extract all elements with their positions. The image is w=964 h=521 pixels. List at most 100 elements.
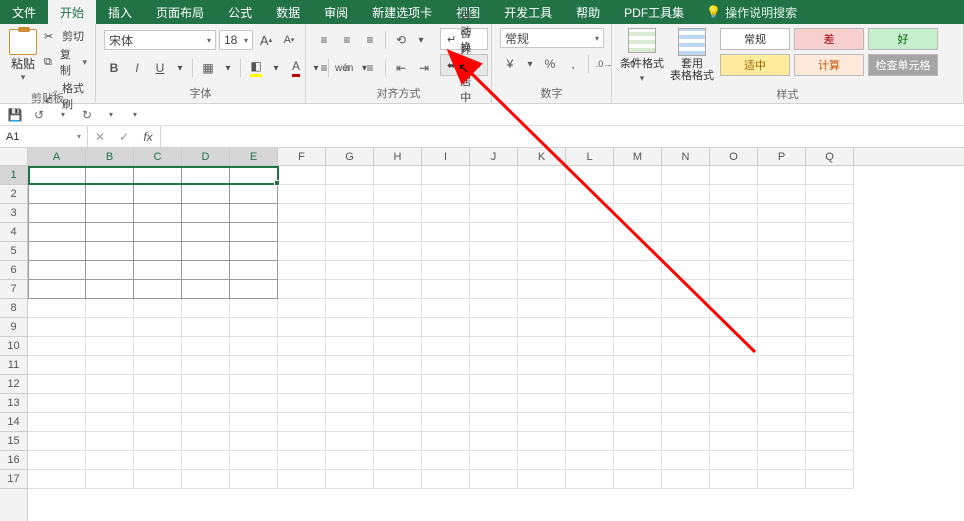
cell[interactable]: [806, 375, 854, 394]
cell[interactable]: [230, 223, 278, 242]
column-header[interactable]: A: [28, 148, 86, 165]
cell[interactable]: [230, 394, 278, 413]
cell[interactable]: [806, 413, 854, 432]
cell[interactable]: [182, 356, 230, 375]
cell[interactable]: [662, 337, 710, 356]
cell[interactable]: [134, 185, 182, 204]
cell[interactable]: [662, 261, 710, 280]
cell[interactable]: [662, 375, 710, 394]
cell[interactable]: [710, 451, 758, 470]
row-header[interactable]: 8: [0, 299, 27, 318]
cell[interactable]: [422, 280, 470, 299]
cell[interactable]: [470, 166, 518, 185]
cell[interactable]: [614, 223, 662, 242]
cell[interactable]: [518, 318, 566, 337]
underline-button[interactable]: U: [150, 58, 170, 78]
cell[interactable]: [278, 261, 326, 280]
cell[interactable]: [182, 223, 230, 242]
cell[interactable]: [230, 204, 278, 223]
cell[interactable]: [86, 242, 134, 261]
cell[interactable]: [662, 299, 710, 318]
tab-review[interactable]: 审阅: [312, 0, 360, 24]
cell[interactable]: [230, 451, 278, 470]
cell[interactable]: [86, 223, 134, 242]
cell[interactable]: [326, 280, 374, 299]
tab-newtab[interactable]: 新建选项卡: [360, 0, 444, 24]
fill-color-button[interactable]: ◧: [246, 58, 266, 78]
cell[interactable]: [518, 299, 566, 318]
redo-button[interactable]: ↻: [78, 106, 96, 124]
column-header[interactable]: B: [86, 148, 134, 165]
number-format-combo[interactable]: 常规 ▾: [500, 28, 604, 48]
cell[interactable]: [566, 223, 614, 242]
cell[interactable]: [182, 470, 230, 489]
cell[interactable]: [710, 318, 758, 337]
cell[interactable]: [134, 375, 182, 394]
row-header[interactable]: 15: [0, 432, 27, 451]
cell[interactable]: [28, 394, 86, 413]
cell[interactable]: [374, 261, 422, 280]
increase-decimal-button[interactable]: .0→: [594, 54, 614, 74]
cell[interactable]: [566, 470, 614, 489]
indent-decrease-button[interactable]: ⇤: [391, 58, 411, 78]
cell[interactable]: [374, 185, 422, 204]
style-neutral[interactable]: 适中: [720, 54, 790, 76]
cell[interactable]: [182, 413, 230, 432]
row-header[interactable]: 5: [0, 242, 27, 261]
cell[interactable]: [278, 470, 326, 489]
cell[interactable]: [374, 432, 422, 451]
cell[interactable]: [86, 451, 134, 470]
orientation-button[interactable]: ⟲: [391, 30, 411, 50]
cell[interactable]: [566, 242, 614, 261]
undo-button[interactable]: ↺: [30, 106, 48, 124]
align-bottom-button[interactable]: ≡: [360, 30, 380, 50]
cell[interactable]: [134, 166, 182, 185]
column-header[interactable]: P: [758, 148, 806, 165]
cell[interactable]: [230, 318, 278, 337]
cell[interactable]: [374, 223, 422, 242]
cell[interactable]: [86, 413, 134, 432]
cell[interactable]: [422, 299, 470, 318]
cell[interactable]: [710, 166, 758, 185]
cell[interactable]: [134, 204, 182, 223]
cell[interactable]: [326, 185, 374, 204]
cell[interactable]: [614, 375, 662, 394]
cell[interactable]: [28, 356, 86, 375]
cell[interactable]: [422, 451, 470, 470]
cancel-button[interactable]: ✕: [88, 130, 112, 144]
cell[interactable]: [518, 185, 566, 204]
copy-button[interactable]: ⧉复制▾: [44, 46, 87, 78]
cell[interactable]: [86, 470, 134, 489]
align-left-button[interactable]: ≡: [314, 58, 334, 78]
cell[interactable]: [470, 394, 518, 413]
border-button[interactable]: ▦: [198, 58, 218, 78]
cell[interactable]: [758, 299, 806, 318]
cell[interactable]: [28, 470, 86, 489]
cell[interactable]: [422, 261, 470, 280]
tab-page-layout[interactable]: 页面布局: [144, 0, 216, 24]
row-header[interactable]: 16: [0, 451, 27, 470]
cell[interactable]: [374, 280, 422, 299]
column-header[interactable]: M: [614, 148, 662, 165]
cell[interactable]: [470, 204, 518, 223]
cell[interactable]: [518, 375, 566, 394]
conditional-format-button[interactable]: 条件格式 ▾: [620, 28, 664, 84]
cell[interactable]: [566, 299, 614, 318]
cell[interactable]: [710, 413, 758, 432]
cell[interactable]: [758, 261, 806, 280]
cell[interactable]: [278, 413, 326, 432]
cell[interactable]: [710, 204, 758, 223]
cell[interactable]: [278, 204, 326, 223]
row-header[interactable]: 12: [0, 375, 27, 394]
cell[interactable]: [806, 261, 854, 280]
cell[interactable]: [230, 242, 278, 261]
cell[interactable]: [278, 280, 326, 299]
cell[interactable]: [278, 299, 326, 318]
cell[interactable]: [374, 242, 422, 261]
cell[interactable]: [614, 185, 662, 204]
cell[interactable]: [28, 318, 86, 337]
cell[interactable]: [374, 318, 422, 337]
cell[interactable]: [518, 413, 566, 432]
cell[interactable]: [758, 318, 806, 337]
cell[interactable]: [326, 413, 374, 432]
